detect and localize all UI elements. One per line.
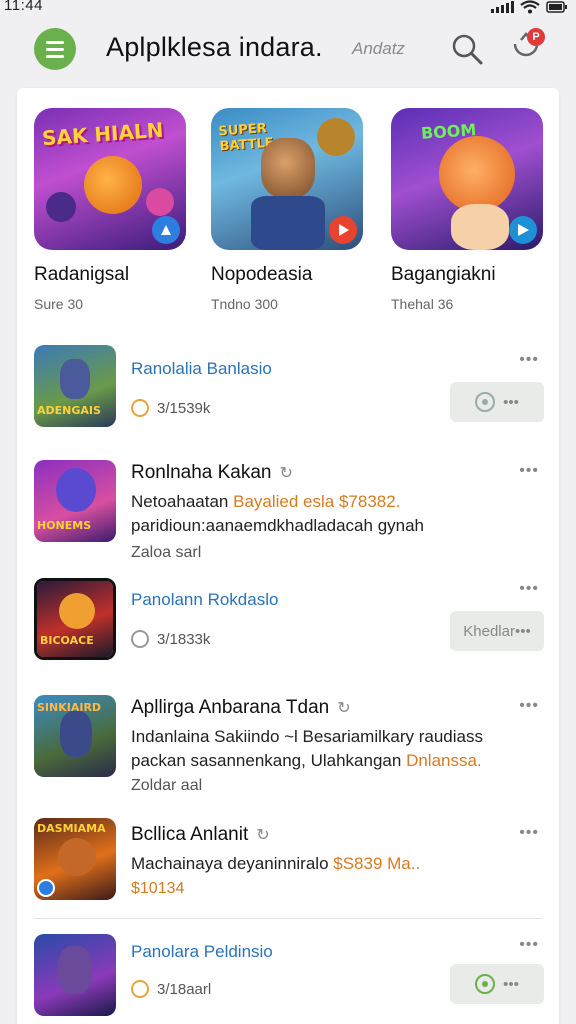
more-options-button[interactable]: •••: [519, 580, 539, 598]
app-description: Machainaya deyaninniralo $S839 Ma..: [131, 854, 421, 873]
featured-app-badge: [152, 216, 180, 244]
app-thumbnail: [34, 934, 116, 1016]
app-thumbnail: SINKIAIRD: [34, 695, 116, 777]
refresh-icon: ↻: [279, 465, 293, 482]
more-options-button[interactable]: •••: [519, 351, 539, 369]
app-meta: 3/18aarl: [131, 980, 211, 998]
signal-icon: [491, 1, 514, 13]
app-thumbnail: HONEMS: [34, 460, 116, 542]
action-button[interactable]: •••: [450, 382, 544, 422]
notification-badge: P: [527, 28, 545, 46]
app-title[interactable]: Panolann Rokdaslo: [131, 590, 278, 610]
more-options-button[interactable]: •••: [519, 936, 539, 954]
verified-icon: [37, 879, 55, 897]
featured-app-image: BOOM: [391, 108, 543, 250]
list-item[interactable]: HONEMS Ronlnaha Kakan ↻ Netoahaatan Bayal…: [17, 460, 559, 561]
featured-app-card[interactable]: SAK HIALN Radanigsal Sure 30: [34, 108, 194, 312]
status-icon: [475, 974, 496, 994]
menu-button[interactable]: [34, 28, 76, 70]
header-hint: Andatz: [352, 39, 405, 58]
featured-app-badge: [509, 216, 537, 244]
app-title: Aplplklesa indara.: [106, 32, 323, 62]
battery-icon: [546, 1, 567, 13]
featured-app-sub: Tndno 300: [211, 296, 278, 312]
list-item[interactable]: ADENGAIS Ranolalia Banlasio 3/1539k ••• …: [17, 345, 559, 435]
status-icons: [491, 0, 568, 14]
featured-app-card[interactable]: BOOM Bagangiakni Thehal 36: [391, 108, 551, 312]
featured-app-badge: [329, 216, 357, 244]
list-item[interactable]: Panolara Peldinsio 3/18aarl ••• •••: [17, 934, 559, 1024]
featured-app-image: SAK HIALN: [34, 108, 186, 250]
featured-app-card[interactable]: SUPER BATTLE Nopodeasia Tndno 300: [211, 108, 371, 312]
app-meta: 3/1833k: [131, 630, 210, 648]
refresh-icon: ↻: [256, 827, 270, 844]
refresh-icon: ↻: [337, 700, 351, 717]
more-options-button[interactable]: •••: [519, 824, 539, 842]
app-title[interactable]: Panolara Peldinsio: [131, 942, 273, 962]
list-item[interactable]: DASMIAMA Bcllica Anlanit ↻ Machainaya dey…: [17, 818, 559, 908]
divider: [34, 918, 542, 919]
more-options-button[interactable]: •••: [519, 462, 539, 480]
status-bar: 11:44: [0, 0, 576, 18]
app-list-card: SAK HIALN Radanigsal Sure 30 SUPER BATTL…: [17, 88, 559, 1024]
status-time: 11:44: [4, 0, 43, 14]
play-store-icon: [518, 224, 529, 236]
rating-icon: [131, 630, 149, 648]
rating-icon: [131, 980, 149, 998]
play-icon: [339, 224, 349, 236]
rating-icon: [131, 399, 149, 417]
app-title[interactable]: Ranolalia Banlasio: [131, 359, 272, 379]
app-meta: 3/1539k: [131, 399, 210, 417]
app-thumbnail: DASMIAMA: [34, 818, 116, 900]
app-title[interactable]: Apllirga Anbarana Tdan ↻: [131, 697, 351, 719]
wifi-icon: [520, 0, 540, 14]
app-sub: Zoldar aal: [131, 777, 203, 794]
featured-app-name: Nopodeasia: [211, 264, 313, 285]
status-icon: [475, 392, 496, 412]
featured-app-image: SUPER BATTLE: [211, 108, 363, 250]
search-button[interactable]: [450, 32, 484, 66]
list-item[interactable]: SINKIAIRD Apllirga Anbarana Tdan ↻ Indanl…: [17, 695, 559, 795]
app-thumbnail: ADENGAIS: [34, 345, 116, 427]
search-icon: [452, 34, 483, 65]
notification-button[interactable]: P: [507, 28, 545, 68]
featured-app-sub: Sure 30: [34, 296, 84, 312]
app-title[interactable]: Bcllica Anlanit ↻: [131, 824, 270, 846]
compass-icon: [161, 225, 171, 235]
more-options-button[interactable]: •••: [519, 697, 539, 715]
action-button[interactable]: Khedlar•••: [450, 611, 544, 651]
featured-app-sub: Thehal 36: [391, 296, 454, 312]
app-sub: Zaloa sarl: [131, 544, 202, 561]
list-item[interactable]: BICOACE Panolann Rokdaslo 3/1833k ••• Kh…: [17, 578, 559, 668]
app-description: Netoahaatan Bayalied esla $78382. paridi…: [131, 492, 425, 535]
app-header: Aplplklesa indara. Andatz P: [0, 20, 576, 80]
featured-apps: SAK HIALN Radanigsal Sure 30 SUPER BATTL…: [17, 88, 559, 328]
featured-app-name: Radanigsal: [34, 264, 130, 285]
featured-app-art-title: SAK HIALN: [41, 117, 165, 151]
app-price: $10134: [131, 880, 185, 897]
action-button[interactable]: •••: [450, 964, 544, 1004]
app-description: Indanlaina Sakiindo ~l Besariamilkary ra…: [131, 727, 483, 770]
app-title[interactable]: Ronlnaha Kakan ↻: [131, 462, 293, 484]
featured-app-name: Bagangiakni: [391, 264, 496, 285]
app-thumbnail: BICOACE: [34, 578, 116, 660]
